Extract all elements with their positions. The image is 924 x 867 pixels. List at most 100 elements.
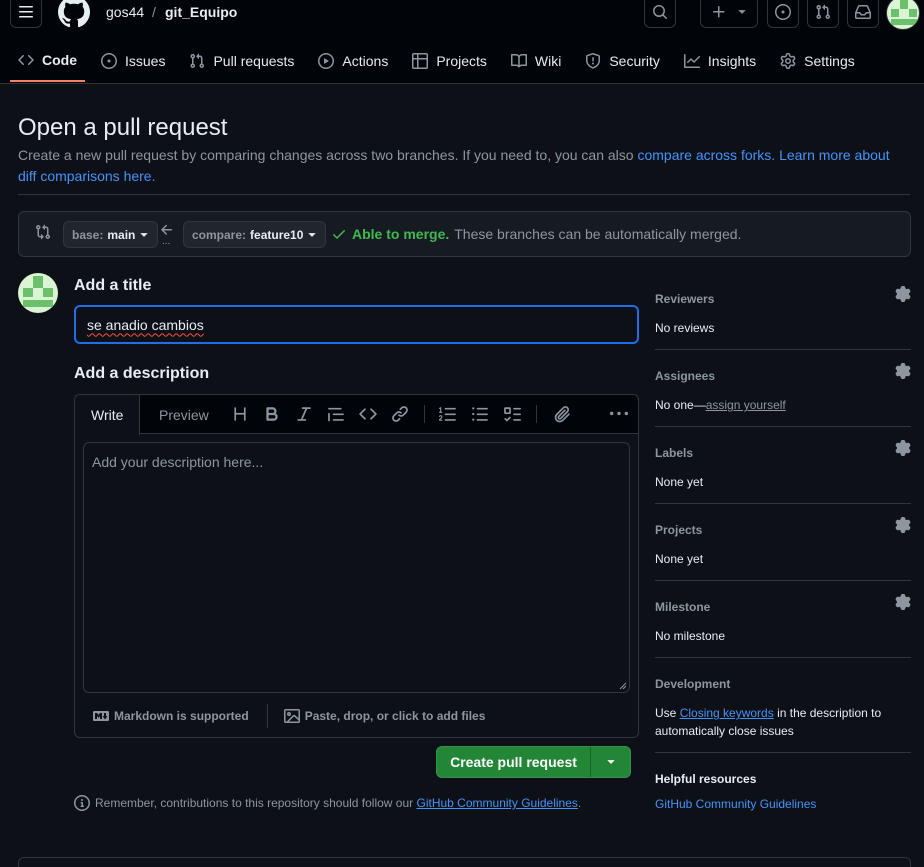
git-compare-icon xyxy=(35,224,51,240)
commits-box xyxy=(18,857,911,867)
user-avatar[interactable] xyxy=(886,0,920,30)
tab-issues[interactable]: Issues xyxy=(93,40,173,82)
create-options-dropdown[interactable] xyxy=(591,747,630,777)
assignees-none: No one— xyxy=(655,398,706,412)
editor-toolbar: Write Preview xyxy=(75,395,638,435)
triangle-down-icon xyxy=(738,10,746,14)
tab-code[interactable]: Code xyxy=(10,40,85,82)
list-unordered-icon[interactable] xyxy=(471,405,489,423)
issues-button[interactable] xyxy=(767,0,799,28)
heading-icon[interactable] xyxy=(231,405,249,423)
subtitle-text: Create a new pull request by comparing c… xyxy=(18,147,638,163)
title-input[interactable]: se anadio cambios xyxy=(74,305,639,344)
resize-handle-icon[interactable] xyxy=(619,682,627,690)
closing-keywords-link[interactable]: Closing keywords xyxy=(680,706,774,720)
guidelines-link[interactable]: GitHub Community Guidelines xyxy=(417,796,578,810)
description-textarea[interactable]: Add your description here... xyxy=(83,442,630,693)
github-logo-icon[interactable] xyxy=(58,0,90,28)
editor-footer: Markdown is supported Paste, drop, or cl… xyxy=(83,701,630,731)
gear-icon[interactable] xyxy=(895,517,911,533)
tasklist-icon[interactable] xyxy=(503,405,521,423)
tab-label: Actions xyxy=(342,53,389,69)
tab-label: Pull requests xyxy=(213,53,295,69)
tab-projects[interactable]: Projects xyxy=(404,40,495,82)
repo-link[interactable]: git_Equipo xyxy=(165,4,237,20)
shield-icon xyxy=(586,53,601,69)
table-icon xyxy=(412,53,429,69)
toolbar-separator xyxy=(424,405,425,423)
repo-header: gos44 / git_Equipo Code Issues Pull requ… xyxy=(0,0,924,84)
list-ordered-icon[interactable] xyxy=(439,405,457,423)
merge-status: Able to merge. These branches can be aut… xyxy=(331,226,741,242)
gear-icon[interactable] xyxy=(895,363,911,379)
page-title: Open a pull request xyxy=(18,114,228,141)
gear-icon[interactable] xyxy=(895,286,911,302)
projects-title: Projects xyxy=(655,523,703,537)
link-icon[interactable] xyxy=(391,405,409,423)
sidebar-divider xyxy=(655,580,911,581)
attach-files-button[interactable]: Paste, drop, or click to add files xyxy=(283,708,486,724)
owner-link[interactable]: gos44 xyxy=(106,4,144,20)
tab-label: Wiki xyxy=(534,53,562,69)
kebab-horizontal-icon[interactable] xyxy=(610,405,628,423)
gear-icon[interactable] xyxy=(895,594,911,610)
issue-opened-icon xyxy=(101,53,117,69)
base-value: main xyxy=(107,227,136,242)
markdown-icon xyxy=(93,711,109,721)
tab-preview[interactable]: Preview xyxy=(143,395,225,435)
projects-value: None yet xyxy=(655,552,704,566)
menu-button[interactable] xyxy=(10,0,42,28)
tab-pull-requests[interactable]: Pull requests xyxy=(181,40,302,82)
assignees-title: Assignees xyxy=(655,369,716,383)
create-pull-request-button[interactable]: Create pull request xyxy=(437,747,591,777)
bold-icon[interactable] xyxy=(263,405,281,423)
code-icon xyxy=(18,54,34,66)
tab-actions[interactable]: Actions xyxy=(310,40,396,82)
compare-forks-link[interactable]: compare across forks. xyxy=(637,147,775,163)
create-new-button[interactable] xyxy=(700,0,758,28)
search-button[interactable] xyxy=(644,0,676,28)
tab-security[interactable]: Security xyxy=(577,40,668,82)
inbox-icon xyxy=(855,4,871,19)
branch-range-box: base: main ... compare: feature10 Able t… xyxy=(18,211,911,257)
sidebar-development: Development Use Closing keywords in the … xyxy=(655,677,911,753)
merge-status-detail: These branches can be automatically merg… xyxy=(454,226,742,242)
attach-note: Paste, drop, or click to add files xyxy=(304,709,486,723)
reminder-end: . xyxy=(577,796,582,810)
description-placeholder: Add your description here... xyxy=(92,454,264,470)
sidebar-projects: Projects None yet xyxy=(655,517,911,581)
description-editor: Write Preview Add your description here.… xyxy=(74,394,639,738)
toolbar-separator xyxy=(536,405,537,423)
create-pull-request-group: Create pull request xyxy=(436,746,631,778)
info-icon xyxy=(74,795,90,811)
pull-requests-button[interactable] xyxy=(807,0,839,28)
gear-icon[interactable] xyxy=(895,440,911,456)
sidebar-assignees: Assignees No one—assign yourself xyxy=(655,363,911,427)
tab-settings[interactable]: Settings xyxy=(772,40,863,82)
helpful-title: Helpful resources xyxy=(655,772,757,786)
tab-wiki[interactable]: Wiki xyxy=(503,40,569,82)
compare-value: feature10 xyxy=(250,227,304,242)
assign-yourself-link[interactable]: assign yourself xyxy=(706,398,786,412)
markdown-note: Markdown is supported xyxy=(114,709,249,723)
paperclip-icon[interactable] xyxy=(553,405,571,423)
helpful-guidelines-link[interactable]: GitHub Community Guidelines xyxy=(655,797,816,811)
divider xyxy=(18,194,910,195)
tab-insights[interactable]: Insights xyxy=(676,40,764,82)
tab-write[interactable]: Write xyxy=(75,395,141,435)
plus-icon xyxy=(713,6,725,18)
code-icon[interactable] xyxy=(359,405,377,423)
description-label: Add a description xyxy=(74,365,210,382)
sidebar-divider xyxy=(655,752,911,753)
quote-icon[interactable] xyxy=(327,405,345,423)
compare-branch-select[interactable]: compare: feature10 xyxy=(183,221,327,248)
tab-label: Code xyxy=(42,52,77,68)
inbox-button[interactable] xyxy=(847,0,879,28)
markdown-support-link[interactable]: Markdown is supported xyxy=(93,708,249,724)
issue-opened-icon xyxy=(775,4,791,20)
book-icon xyxy=(510,53,527,68)
base-branch-select[interactable]: base: main xyxy=(63,221,159,248)
arrow-left-icon: ... xyxy=(159,222,175,247)
italic-icon[interactable] xyxy=(295,405,313,423)
gear-icon xyxy=(780,53,796,69)
